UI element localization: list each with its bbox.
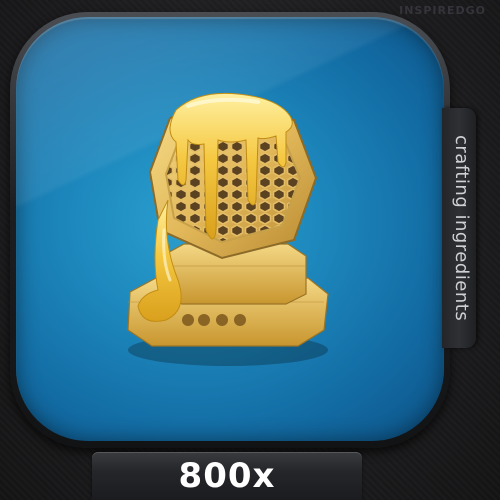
watermark: INSPIREDGO (399, 4, 486, 17)
honeycomb-icon (127, 92, 329, 366)
quantity-label: 800x (178, 456, 276, 496)
category-label: crafting ingredients (451, 134, 472, 322)
item-card: INSPIREDGO crafting ingredients 800x (0, 0, 500, 500)
